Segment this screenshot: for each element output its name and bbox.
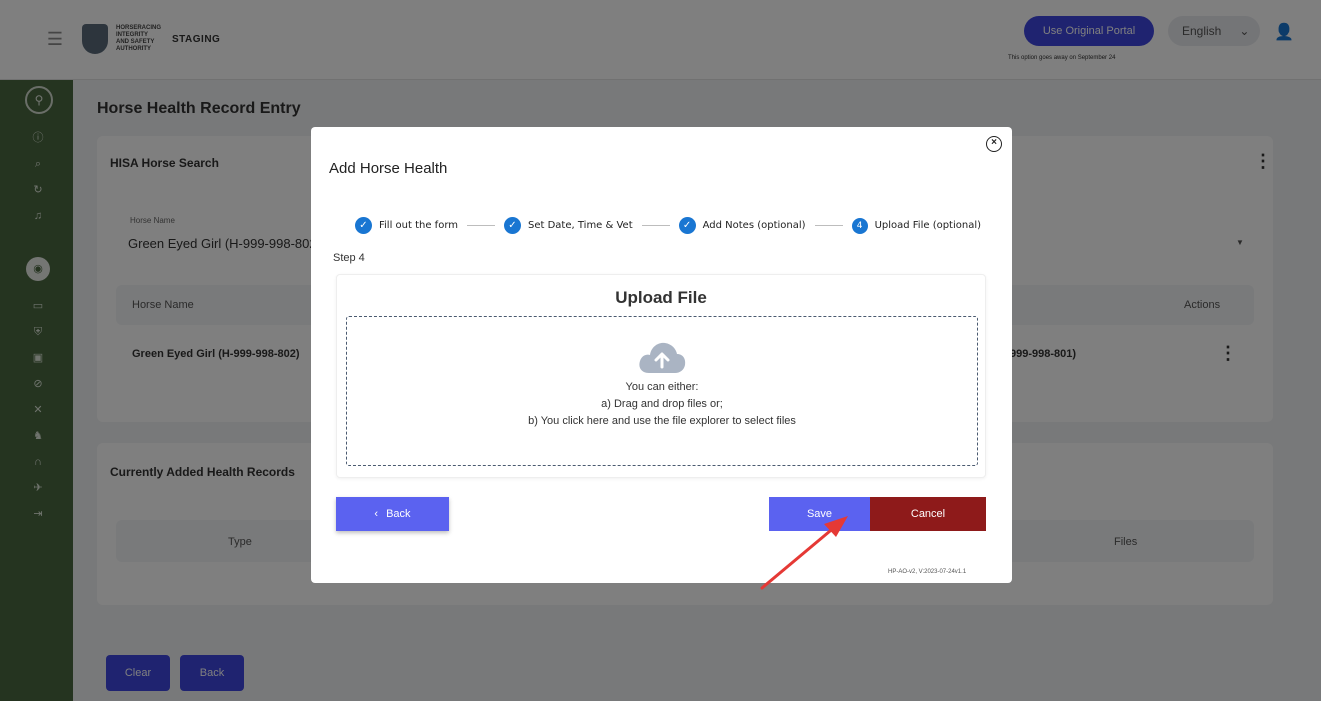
- add-horse-health-modal: × Add Horse Health ✓ Fill out the form ✓…: [311, 127, 1012, 583]
- back-button-label: Back: [386, 508, 411, 520]
- upload-panel: Upload File You can either: a) Drag and …: [336, 274, 986, 478]
- upload-title: Upload File: [615, 288, 707, 307]
- step-label: Upload File (optional): [874, 220, 982, 231]
- dropzone-line-1: You can either:: [625, 381, 699, 393]
- step-label: Add Notes (optional): [702, 220, 806, 231]
- stepper: ✓ Fill out the form ✓ Set Date, Time & V…: [355, 217, 981, 234]
- step-connector: [641, 225, 670, 226]
- step-label: Fill out the form: [379, 220, 458, 231]
- modal-title: Add Horse Health: [329, 160, 448, 177]
- file-dropzone[interactable]: You can either: a) Drag and drop files o…: [346, 316, 978, 466]
- step-add-notes: ✓ Add Notes (optional): [678, 217, 806, 234]
- check-icon: ✓: [504, 217, 521, 234]
- save-button[interactable]: Save: [769, 497, 870, 531]
- step-set-date: ✓ Set Date, Time & Vet: [504, 217, 633, 234]
- step-connector: [814, 225, 843, 226]
- step-upload-file: 4 Upload File (optional): [851, 217, 982, 234]
- chevron-left-icon: ‹: [374, 508, 379, 520]
- dropzone-line-2: a) Drag and drop files or;: [601, 398, 723, 410]
- check-icon: ✓: [678, 217, 696, 234]
- check-icon: ✓: [355, 217, 372, 234]
- dropzone-line-3: b) You click here and use the file explo…: [528, 415, 796, 427]
- version-label: HP-AO-v2, V:2023-07-24v1.1: [888, 569, 967, 575]
- step-number: 4: [851, 217, 868, 234]
- step-label: Set Date, Time & Vet: [528, 220, 633, 231]
- step-fill-form: ✓ Fill out the form: [355, 217, 458, 234]
- step-connector: [467, 225, 495, 226]
- cancel-button[interactable]: Cancel: [870, 497, 986, 531]
- close-icon[interactable]: ×: [986, 136, 1002, 152]
- step-caption: Step 4: [333, 252, 365, 264]
- cloud-upload-icon: [639, 342, 686, 373]
- back-button[interactable]: ‹ Back: [336, 497, 449, 531]
